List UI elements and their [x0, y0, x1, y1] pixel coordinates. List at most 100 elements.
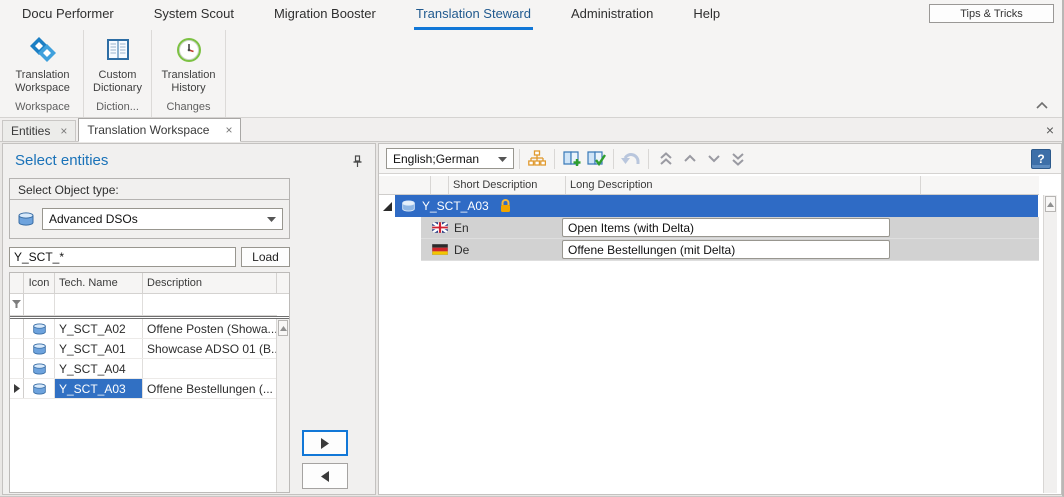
tab-translation-workspace[interactable]: Translation Workspace ×	[78, 118, 241, 142]
toolbar-separator	[554, 149, 555, 169]
filter-funnel-icon[interactable]	[10, 294, 24, 315]
close-icon[interactable]: ×	[1046, 122, 1054, 138]
menu-help[interactable]: Help	[691, 0, 722, 30]
grid-header-spacer	[921, 176, 1039, 194]
object-type-value: Advanced DSOs	[49, 212, 138, 226]
app-window: Docu Performer System Scout Migration Bo…	[0, 0, 1064, 497]
previous-item-icon[interactable]	[678, 148, 702, 170]
undo-icon[interactable]	[619, 148, 643, 170]
row-indicator-header	[10, 273, 24, 293]
translation-workspace-panel: English;German	[378, 143, 1062, 495]
tabstrip: Entities × Translation Workspace × ×	[0, 118, 1062, 142]
entity-table-header: Icon Tech. Name Description	[10, 273, 289, 294]
first-item-icon[interactable]	[654, 148, 678, 170]
validate-dictionary-icon[interactable]	[584, 148, 608, 170]
last-item-icon[interactable]	[726, 148, 750, 170]
load-button[interactable]: Load	[241, 247, 290, 267]
translation-row-en[interactable]: En	[379, 217, 1039, 239]
menu-administration[interactable]: Administration	[569, 0, 655, 30]
grid-header-spacer	[431, 176, 449, 194]
language-dropdown[interactable]: English;German	[386, 148, 514, 169]
ribbon-group-label-workspace: Workspace	[4, 99, 81, 117]
tech-name-cell[interactable]: Y_SCT_A03	[55, 379, 143, 398]
chevron-down-icon	[267, 216, 276, 222]
translation-history-icon	[173, 34, 205, 66]
object-type-dropdown[interactable]: Advanced DSOs	[42, 208, 283, 230]
description-cell[interactable]: Showcase ADSO 01 (B...	[143, 339, 277, 358]
select-entities-panel: Select entities Select Object type: Adva…	[2, 143, 376, 495]
ribbon-group-label-changes: Changes	[154, 99, 223, 117]
table-row-selected[interactable]: Y_SCT_A03 Offene Bestellungen (...	[10, 379, 277, 399]
ribbon-group-changes: TranslationHistory Changes	[152, 30, 226, 117]
entity-search-input[interactable]	[9, 247, 236, 267]
object-type-groupbox: Select Object type: Advanced DSOs	[9, 178, 290, 239]
tips-tricks-button[interactable]: Tips & Tricks	[929, 4, 1054, 23]
collapse-triangle-icon[interactable]	[379, 202, 395, 211]
tab-label: Entities	[11, 124, 50, 138]
scroll-up-icon[interactable]	[278, 320, 288, 336]
ribbon-collapse-button[interactable]	[1036, 100, 1050, 112]
move-left-button[interactable]	[302, 463, 348, 489]
tech-name-cell[interactable]: Y_SCT_A02	[55, 319, 143, 338]
tech-name-cell[interactable]: Y_SCT_A04	[55, 359, 143, 378]
menu-translation-steward[interactable]: Translation Steward	[414, 0, 533, 30]
chevron-down-icon	[498, 156, 507, 162]
row-indicator-icon	[10, 379, 24, 398]
column-header-icon[interactable]: Icon	[24, 273, 55, 293]
menu-system-scout[interactable]: System Scout	[152, 0, 236, 30]
grid-header-spacer	[379, 176, 431, 194]
database-icon	[24, 339, 55, 358]
database-icon	[24, 379, 55, 398]
long-description-input-en[interactable]	[562, 218, 890, 237]
ribbon-button-label: TranslationWorkspace	[15, 69, 70, 95]
long-description-input-de[interactable]	[562, 240, 890, 259]
move-right-button[interactable]	[302, 430, 348, 456]
add-to-dictionary-icon[interactable]	[560, 148, 584, 170]
translation-row-de[interactable]: De	[379, 239, 1039, 261]
ribbon-group-workspace: TranslationWorkspace Workspace	[2, 30, 84, 117]
table-row[interactable]: Y_SCT_A02 Offene Posten (Showa...	[10, 319, 277, 339]
ribbon: TranslationWorkspace Workspace	[0, 30, 1062, 118]
ribbon-button-label: TranslationHistory	[161, 69, 215, 95]
column-header-short-description[interactable]: Short Description	[449, 176, 566, 194]
close-icon[interactable]: ×	[225, 125, 232, 135]
german-flag-icon	[432, 244, 448, 255]
filter-cell[interactable]	[143, 294, 277, 315]
description-cell[interactable]: Offene Bestellungen (...	[143, 379, 277, 398]
database-icon	[24, 359, 55, 378]
filter-cell[interactable]	[55, 294, 143, 315]
custom-dictionary-button[interactable]: CustomDictionary	[88, 34, 148, 95]
table-row[interactable]: Y_SCT_A01 Showcase ADSO 01 (B...	[10, 339, 277, 359]
group-row[interactable]: Y_SCT_A03	[379, 195, 1039, 217]
help-icon[interactable]: ?	[1031, 149, 1051, 169]
translation-workspace-button[interactable]: TranslationWorkspace	[10, 34, 76, 95]
scrollbar[interactable]	[1043, 195, 1057, 493]
menu-migration-booster[interactable]: Migration Booster	[272, 0, 378, 30]
table-row[interactable]: Y_SCT_A04	[10, 359, 277, 379]
tab-entities[interactable]: Entities ×	[2, 120, 76, 141]
column-header-tech-name[interactable]: Tech. Name	[55, 273, 143, 293]
scrollbar[interactable]	[276, 319, 289, 492]
description-cell[interactable]	[143, 359, 277, 378]
close-icon[interactable]: ×	[60, 126, 67, 136]
pin-icon[interactable]	[351, 155, 365, 169]
filter-cell[interactable]	[24, 294, 55, 315]
column-header-description[interactable]: Description	[143, 273, 277, 293]
filter-row	[10, 294, 277, 316]
panel-title: Select entities	[15, 152, 108, 169]
database-icon	[401, 200, 416, 212]
translation-history-button[interactable]: TranslationHistory	[157, 34, 221, 95]
column-header-spacer	[277, 273, 289, 293]
database-icon	[24, 319, 55, 338]
hierarchy-icon[interactable]	[525, 148, 549, 170]
tab-label: Translation Workspace	[87, 123, 209, 137]
menu-docu-performer[interactable]: Docu Performer	[20, 0, 116, 30]
column-header-long-description[interactable]: Long Description	[566, 176, 921, 194]
group-row-label: Y_SCT_A03	[422, 199, 489, 213]
scroll-up-icon[interactable]	[1045, 196, 1056, 212]
next-item-icon[interactable]	[702, 148, 726, 170]
workspace-toolbar: English;German	[379, 144, 1061, 174]
description-cell[interactable]: Offene Posten (Showa...	[143, 319, 277, 338]
tech-name-cell[interactable]: Y_SCT_A01	[55, 339, 143, 358]
language-code: En	[454, 221, 550, 235]
